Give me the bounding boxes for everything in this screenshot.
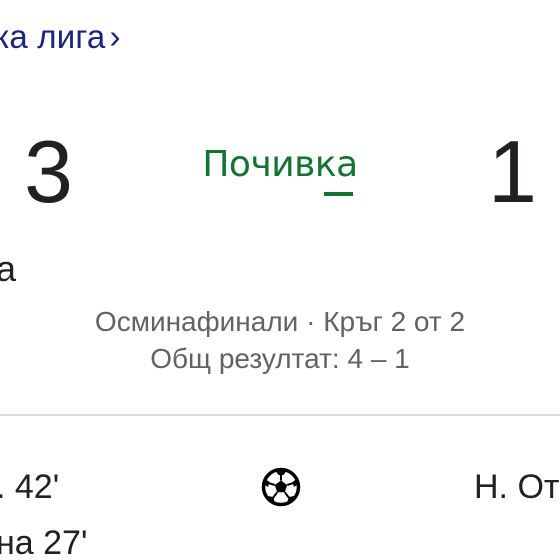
chevron-right-icon: › [109, 18, 121, 55]
league-link[interactable]: ка лига › [0, 18, 121, 56]
home-goal-event: на 27' [0, 524, 88, 560]
home-score: 3 [24, 122, 73, 221]
league-link-label: ка лига [0, 18, 106, 55]
match-status-label: Почивка [202, 144, 358, 185]
aggregate-score: Общ резултат: 4 – 1 [150, 343, 410, 374]
match-stage: Осминафинали · Кръг 2 от 2 [94, 306, 466, 337]
away-goal-event: Н. От [474, 468, 560, 506]
away-score: 1 [488, 122, 537, 221]
home-team-name[interactable]: а [0, 248, 16, 290]
soccer-ball-icon [261, 467, 301, 507]
match-status: Почивка [200, 144, 360, 196]
home-goal-event: . 42' [0, 468, 60, 506]
section-divider [0, 414, 560, 416]
live-indicator-bar [324, 192, 353, 196]
